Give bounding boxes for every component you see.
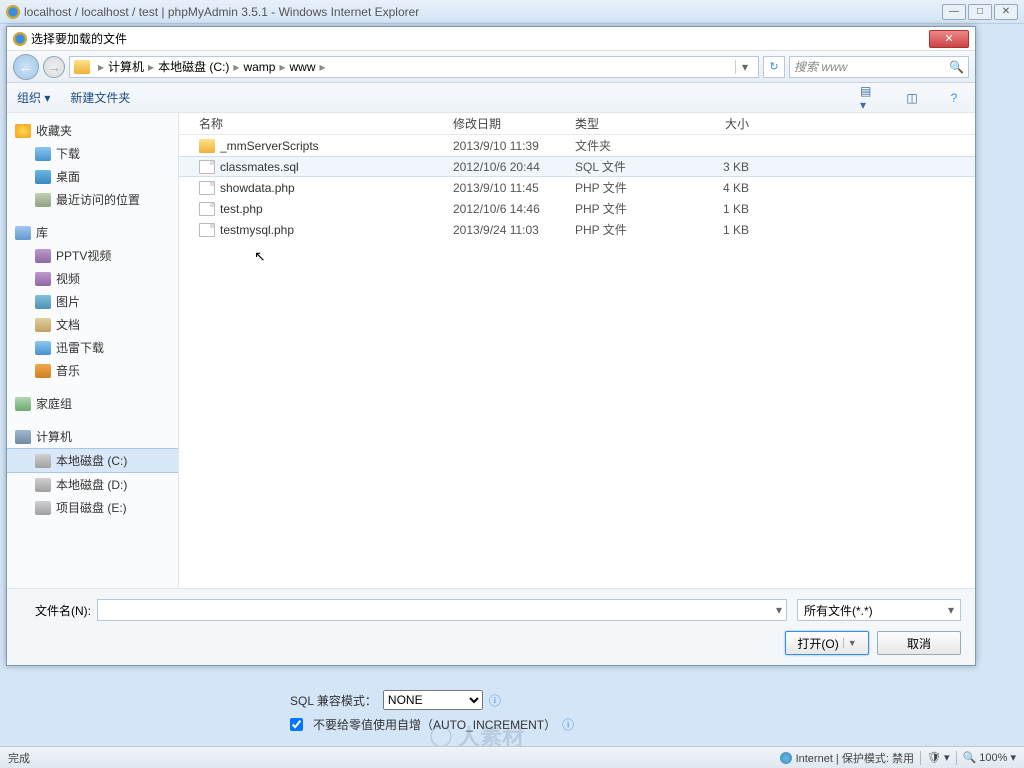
music-icon (35, 364, 51, 378)
ie-icon (13, 32, 27, 46)
filename-input[interactable]: ▾ (97, 599, 787, 621)
download-icon (35, 147, 51, 161)
back-button[interactable]: ← (13, 54, 39, 80)
file-icon (199, 223, 215, 237)
crumb[interactable]: 计算机 (108, 58, 144, 75)
preview-pane-button[interactable]: ◫ (901, 88, 923, 108)
sidebar-item-pictures[interactable]: 图片 (7, 290, 178, 313)
forward-button[interactable]: → (43, 56, 65, 78)
dialog-close-button[interactable]: ✕ (929, 30, 969, 48)
sidebar-libraries-head[interactable]: 库 (7, 221, 178, 244)
filename-label: 文件名(N): (21, 602, 91, 619)
sidebar-item-documents[interactable]: 文档 (7, 313, 178, 336)
filetype-filter[interactable]: 所有文件(*.*)▾ (797, 599, 961, 621)
download-icon (35, 341, 51, 355)
sidebar-item-videos[interactable]: 视频 (7, 267, 178, 290)
open-button[interactable]: 打开(O)▼ (785, 631, 869, 655)
sidebar-item-desktop[interactable]: 桌面 (7, 165, 178, 188)
dialog-titlebar: 选择要加载的文件 ✕ (7, 27, 975, 51)
sidebar-item-recent[interactable]: 最近访问的位置 (7, 188, 178, 211)
video-icon (35, 272, 51, 286)
sidebar-computer-head[interactable]: 计算机 (7, 425, 178, 448)
file-list-header: 名称 修改日期 类型 大小 (179, 113, 975, 135)
sidebar-homegroup[interactable]: 家庭组 (7, 392, 178, 415)
cancel-button[interactable]: 取消 (877, 631, 961, 655)
browser-statusbar: 完成 Internet | 保护模式: 禁用 🛡 ▾ 🔍 100% ▾ (0, 746, 1024, 768)
file-icon (199, 160, 215, 174)
sidebar-item-disk-e[interactable]: 项目磁盘 (E:) (7, 496, 178, 519)
view-options-button[interactable]: ▤ ▾ (859, 88, 881, 108)
desktop-icon (35, 170, 51, 184)
sidebar-item-xunlei[interactable]: 迅雷下载 (7, 336, 178, 359)
page-content-behind: SQL 兼容模式： NONE ⓘ 不要给零值使用自增（AUTO_INCREMEN… (0, 680, 1024, 739)
disk-icon (35, 501, 51, 515)
sidebar-item-disk-c[interactable]: 本地磁盘 (C:) (7, 448, 178, 473)
crumb[interactable]: 本地磁盘 (C:) (158, 58, 229, 75)
refresh-button[interactable]: ↻ (763, 56, 785, 78)
folder-icon (199, 139, 215, 153)
auto-increment-checkbox[interactable] (290, 718, 303, 731)
star-icon (15, 124, 31, 138)
picture-icon (35, 295, 51, 309)
col-name[interactable]: 名称 (193, 115, 447, 132)
sidebar-item-downloads[interactable]: 下载 (7, 142, 178, 165)
file-list: 名称 修改日期 类型 大小 _mmServerScripts2013/9/10 … (179, 113, 975, 588)
globe-icon (780, 752, 792, 764)
homegroup-icon (15, 397, 31, 411)
file-row[interactable]: showdata.php2013/9/10 11:45PHP 文件4 KB (179, 177, 975, 198)
sidebar-item-music[interactable]: 音乐 (7, 359, 178, 382)
disk-icon (35, 478, 51, 492)
search-input[interactable]: 搜索 www 🔍 (789, 56, 969, 78)
file-row[interactable]: testmysql.php2013/9/24 11:03PHP 文件1 KB (179, 219, 975, 240)
protected-mode-icon[interactable]: 🛡 ▾ (927, 751, 950, 764)
status-zone: Internet | 保护模式: 禁用 (796, 750, 914, 766)
search-icon: 🔍 (949, 60, 964, 74)
disk-icon (35, 454, 51, 468)
help-button[interactable]: ? (943, 88, 965, 108)
video-icon (35, 249, 51, 263)
computer-icon (15, 430, 31, 444)
zoom-control[interactable]: 🔍 100% ▾ (963, 751, 1016, 764)
browser-title-text: localhost / localhost / test | phpMyAdmi… (24, 5, 419, 19)
crumb[interactable]: wamp (243, 60, 275, 74)
auto-increment-label: 不要给零值使用自增（AUTO_INCREMENT） (313, 716, 556, 733)
sidebar-favorites-head[interactable]: 收藏夹 (7, 119, 178, 142)
organize-button[interactable]: 组织 ▾ (17, 89, 50, 106)
library-icon (15, 226, 31, 240)
status-done: 完成 (8, 750, 30, 766)
recent-icon (35, 193, 51, 207)
file-icon (199, 181, 215, 195)
col-date[interactable]: 修改日期 (447, 115, 569, 132)
close-button[interactable]: ✕ (994, 4, 1018, 20)
crumb[interactable]: www (289, 60, 315, 74)
dialog-bottom: 文件名(N): ▾ 所有文件(*.*)▾ 打开(O)▼ 取消 (7, 588, 975, 665)
breadcrumb-dropdown[interactable]: ▾ (735, 60, 754, 74)
col-size[interactable]: 大小 (685, 115, 755, 132)
newfolder-button[interactable]: 新建文件夹 (70, 89, 130, 106)
document-icon (35, 318, 51, 332)
file-row[interactable]: test.php2012/10/6 14:46PHP 文件1 KB (179, 198, 975, 219)
file-row[interactable]: classmates.sql2012/10/6 20:44SQL 文件3 KB (179, 156, 975, 177)
dialog-navbar: ← → ▸ 计算机▸ 本地磁盘 (C:)▸ wamp▸ www▸ ▾ ↻ 搜索 … (7, 51, 975, 83)
minimize-button[interactable]: — (942, 4, 966, 20)
file-row[interactable]: _mmServerScripts2013/9/10 11:39文件夹 (179, 135, 975, 156)
dialog-sidebar: 收藏夹 下载 桌面 最近访问的位置 库 PPTV视频 视频 图片 文档 迅雷下载… (7, 113, 179, 588)
browser-titlebar: localhost / localhost / test | phpMyAdmi… (0, 0, 1024, 24)
sql-compat-select[interactable]: NONE (383, 690, 483, 710)
sidebar-item-pptv[interactable]: PPTV视频 (7, 244, 178, 267)
maximize-button[interactable]: □ (968, 4, 992, 20)
col-type[interactable]: 类型 (569, 115, 685, 132)
sidebar-item-disk-d[interactable]: 本地磁盘 (D:) (7, 473, 178, 496)
sql-compat-label: SQL 兼容模式： (290, 692, 377, 709)
search-placeholder: 搜索 www (794, 58, 847, 75)
file-open-dialog: 选择要加载的文件 ✕ ← → ▸ 计算机▸ 本地磁盘 (C:)▸ wamp▸ w… (6, 26, 976, 666)
file-icon (199, 202, 215, 216)
dialog-toolbar: 组织 ▾ 新建文件夹 ▤ ▾ ◫ ? (7, 83, 975, 113)
ie-icon (6, 5, 20, 19)
dialog-title-text: 选择要加载的文件 (31, 30, 127, 47)
folder-icon (74, 60, 90, 74)
breadcrumb[interactable]: ▸ 计算机▸ 本地磁盘 (C:)▸ wamp▸ www▸ ▾ (69, 56, 759, 78)
